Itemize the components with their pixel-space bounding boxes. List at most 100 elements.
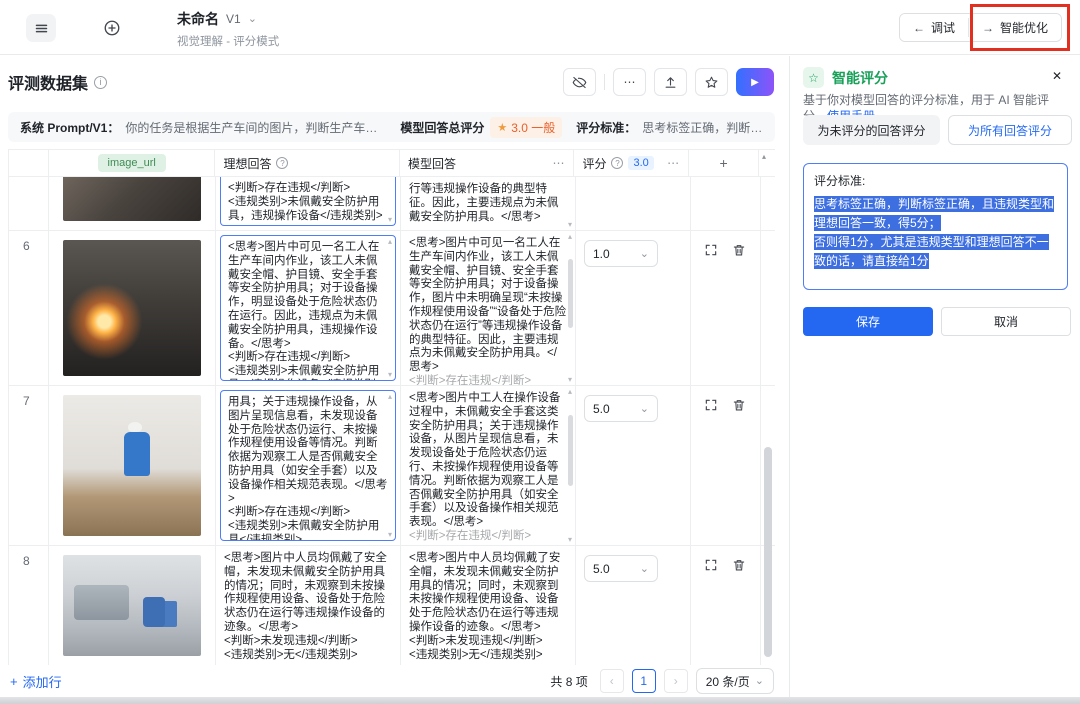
page-title: 未命名 <box>177 9 219 29</box>
chevron-down-icon: ⌄ <box>640 405 649 413</box>
model-answer-cell[interactable]: <思考>图片中工人在操作设备过程中，未佩戴安全手套这类安全防护用具；关于违规操作… <box>401 386 575 545</box>
arrow-left-icon: ← <box>913 21 925 35</box>
table-row: <判断>存在违规</判断> <违规类别>未佩戴安全防护用具，违规操作设备</违规… <box>9 177 775 231</box>
next-page-button[interactable]: › <box>664 669 688 693</box>
expand-icon[interactable] <box>704 398 718 412</box>
ideal-answer-cell[interactable]: <思考>图片中可见一名工人在生产车间内作业，该工人未佩戴安全帽、护目镜、安全手套… <box>220 235 396 381</box>
chevron-down-icon: ⌄ <box>640 565 649 573</box>
table-row: 7 用具；关于违规操作设备，从图片呈现信息看，未发现设备处于危险状态仍运行、未按… <box>9 386 775 546</box>
score-dropdown[interactable]: 5.0 ⌄ <box>584 395 658 422</box>
window-bottom-edge <box>0 697 1080 704</box>
total-score-label: 模型回答总评分 <box>400 119 484 136</box>
row-image[interactable] <box>63 177 201 221</box>
favorite-button[interactable] <box>695 68 728 96</box>
cell-scrollbar[interactable] <box>568 415 573 487</box>
debug-button[interactable]: ← 调试 <box>900 14 968 41</box>
dataset-section: 评测数据集 i ⋯ ▶ 系统 Prompt/V1： 你的任务是根据生产车间的图片… <box>0 56 790 697</box>
eval-table: image_url 理想回答 ? 模型回答 ⋯ 评分 ? 3.0 ⋯ + ▴ <box>8 149 775 665</box>
caret-down-icon: ▾ <box>568 535 572 544</box>
cell-scrollbar[interactable] <box>568 259 573 328</box>
model-answer-cell[interactable]: 行等违规操作设备的典型特征。因此，主要违规点为未佩戴安全防护用具。</思考> ▾ <box>401 177 575 230</box>
row-number: 8 <box>9 546 48 568</box>
score-all-button[interactable]: 为所有回答评分 <box>948 115 1072 145</box>
chevron-left-icon: ‹ <box>610 674 614 688</box>
play-icon: ▶ <box>751 77 759 88</box>
dataset-toolbar: ⋯ ▶ <box>563 68 774 96</box>
smart-score-panel: ☆ 智能评分 ✕ 基于你对模型回答的评分标准，用于 AI 智能评分。使用手册 为… <box>791 56 1080 697</box>
question-icon: ? <box>276 157 288 169</box>
version-label: V1 <box>226 12 241 26</box>
criteria-line-2: 否则得1分，尤其是违规类型和理想回答不一致的话，请直接给1分 <box>814 234 1049 269</box>
row-image[interactable] <box>63 240 201 376</box>
row-number: 7 <box>9 386 48 408</box>
caret-down-icon: ▾ <box>568 375 572 384</box>
caret-up-icon: ▴ <box>762 152 766 161</box>
page-size-select[interactable]: 20 条/页 ⌄ <box>696 668 774 694</box>
annotation-box <box>970 4 1070 51</box>
expand-icon[interactable] <box>704 243 718 257</box>
system-prompt-bar[interactable]: 系统 Prompt/V1： 你的任务是根据生产车间的图片，判断生产车间是否存在违… <box>8 112 775 142</box>
trash-icon[interactable] <box>732 243 746 257</box>
top-bar: 未命名 V1 ⌄ 视觉理解 - 评分模式 ← 调试 → 智能优化 <box>0 0 1080 55</box>
chevron-down-icon[interactable]: ⌄ <box>248 15 257 23</box>
total-count: 共 8 项 <box>550 673 587 690</box>
ideal-answer-cell[interactable]: 用具；关于违规操作设备，从图片呈现信息看，未发现设备处于危险状态仍运行、未按操作… <box>220 390 396 541</box>
upload-button[interactable] <box>654 68 687 96</box>
chevron-down-icon: ⌄ <box>755 677 764 685</box>
star-icon <box>704 75 719 90</box>
caret-down-icon: ▾ <box>388 530 392 539</box>
info-icon: i <box>94 76 107 89</box>
add-column-icon[interactable]: + <box>719 155 727 171</box>
ideal-answer-cell[interactable]: <判断>存在违规</判断> <违规类别>未佩戴安全防护用具，违规操作设备</违规… <box>220 177 396 226</box>
mode-subtitle: 视觉理解 - 评分模式 <box>177 33 279 49</box>
criteria-label: 评分标准： <box>576 119 636 136</box>
more-icon[interactable]: ⋯ <box>552 156 565 170</box>
trash-icon[interactable] <box>732 398 746 412</box>
panel-title: 智能评分 <box>832 68 888 88</box>
total-score-badge: ★ 3.0 一般 <box>490 117 562 138</box>
caret-up-icon: ▴ <box>388 237 392 246</box>
score-unscored-button[interactable]: 为未评分的回答评分 <box>803 115 940 145</box>
row-image[interactable] <box>63 395 201 536</box>
row-number-header <box>9 150 49 176</box>
more-icon[interactable]: ⋯ <box>667 156 680 170</box>
score-dropdown[interactable]: 1.0 ⌄ <box>584 240 658 267</box>
upload-icon <box>663 75 678 90</box>
cancel-button[interactable]: 取消 <box>941 307 1071 336</box>
dataset-title: 评测数据集 <box>8 70 88 94</box>
table-footer: + 添加行 共 8 项 ‹ 1 › 20 条/页 ⌄ <box>0 665 790 697</box>
eye-off-icon <box>572 75 587 90</box>
run-button[interactable]: ▶ <box>736 68 774 96</box>
row-number: 6 <box>9 231 48 253</box>
plus-icon: + <box>10 674 18 689</box>
scrollbar-gutter[interactable]: ▴ <box>759 150 775 176</box>
hide-column-button[interactable] <box>563 68 596 96</box>
menu-icon[interactable] <box>26 14 56 42</box>
table-header: image_url 理想回答 ? 模型回答 ⋯ 评分 ? 3.0 ⋯ + ▴ <box>9 150 775 177</box>
save-button[interactable]: 保存 <box>803 307 933 336</box>
plus-circle-icon[interactable] <box>100 16 124 40</box>
criteria-textarea[interactable]: 评分标准: 思考标签正确，判断标签正确，且违规类型和理想回答一致，得5分； 否则… <box>803 163 1068 290</box>
table-scrollbar[interactable] <box>764 447 772 657</box>
caret-down-icon: ▾ <box>568 220 572 229</box>
model-answer-cell[interactable]: <思考>图片中人员均佩戴了安全帽，未发现未佩戴安全防护用具的情况；同时，未观察到… <box>401 546 575 665</box>
criteria-preview: 思考标签正确，判断标签正确，且违... <box>642 119 763 136</box>
question-icon: ? <box>611 157 623 169</box>
prev-page-button[interactable]: ‹ <box>600 669 624 693</box>
ideal-answer-cell[interactable]: <思考>图片中人员均佩戴了安全帽，未发现未佩戴安全防护用具的情况；同时，未观察到… <box>216 546 400 665</box>
expand-icon[interactable] <box>704 558 718 572</box>
row-image[interactable] <box>63 555 201 656</box>
prompt-text: 你的任务是根据生产车间的图片，判断生产车间是否存在违规操... <box>125 119 380 136</box>
caret-down-icon: ▾ <box>388 215 392 224</box>
criteria-line-1: 思考标签正确，判断标签正确，且违规类型和理想回答一致，得5分； <box>814 196 1054 231</box>
more-button[interactable]: ⋯ <box>613 68 646 96</box>
trash-icon[interactable] <box>732 558 746 572</box>
caret-up-icon: ▴ <box>388 392 392 401</box>
model-answer-cell[interactable]: <思考>图片中可见一名工人在生产车间内作业，该工人未佩戴安全帽、护目镜、安全手套… <box>401 231 575 385</box>
page-number-button[interactable]: 1 <box>632 669 656 693</box>
add-column-header: + <box>689 150 759 176</box>
add-row-button[interactable]: + 添加行 <box>10 672 62 691</box>
close-icon[interactable]: ✕ <box>1052 69 1062 83</box>
score-dropdown[interactable]: 5.0 ⌄ <box>584 555 658 582</box>
table-row: 6 <思考>图片中可见一名工人在生产车间内作业，该工人未佩戴安全帽、护目镜、安全… <box>9 231 775 386</box>
